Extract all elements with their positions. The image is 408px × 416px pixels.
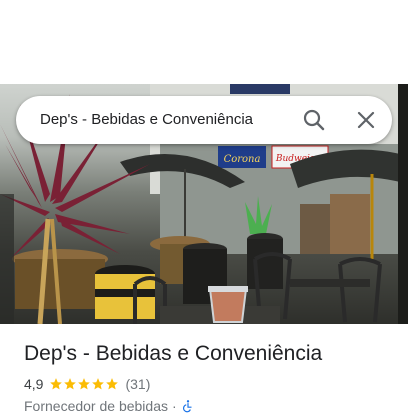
star-icon (92, 378, 105, 390)
star-icon (64, 378, 77, 390)
star-rating (49, 377, 119, 391)
star-icon (106, 378, 119, 390)
rating-value: 4,9 (24, 376, 44, 392)
photo-edge (398, 84, 408, 324)
review-count[interactable]: (31) (125, 376, 150, 392)
category-separator: · (172, 398, 177, 414)
star-icon (78, 378, 91, 390)
wheelchair-icon (182, 400, 192, 413)
place-title: Dep's - Bebidas e Conveniência (24, 342, 323, 365)
place-category: Fornecedor de bebidas (24, 398, 168, 414)
svg-text:Corona: Corona (224, 154, 261, 165)
ice-bucket (208, 288, 248, 323)
rating-row[interactable]: 4,9 (31) (24, 374, 150, 394)
search-input[interactable]: Dep's - Bebidas e Conveniência (40, 110, 290, 130)
star-icon (50, 378, 63, 390)
top-blank-area (0, 0, 408, 84)
search-icon[interactable] (300, 106, 328, 134)
category-row: Fornecedor de bebidas · (24, 396, 195, 416)
close-icon[interactable] (352, 106, 380, 134)
search-bar[interactable]: Dep's - Bebidas e Conveniência (16, 96, 392, 144)
